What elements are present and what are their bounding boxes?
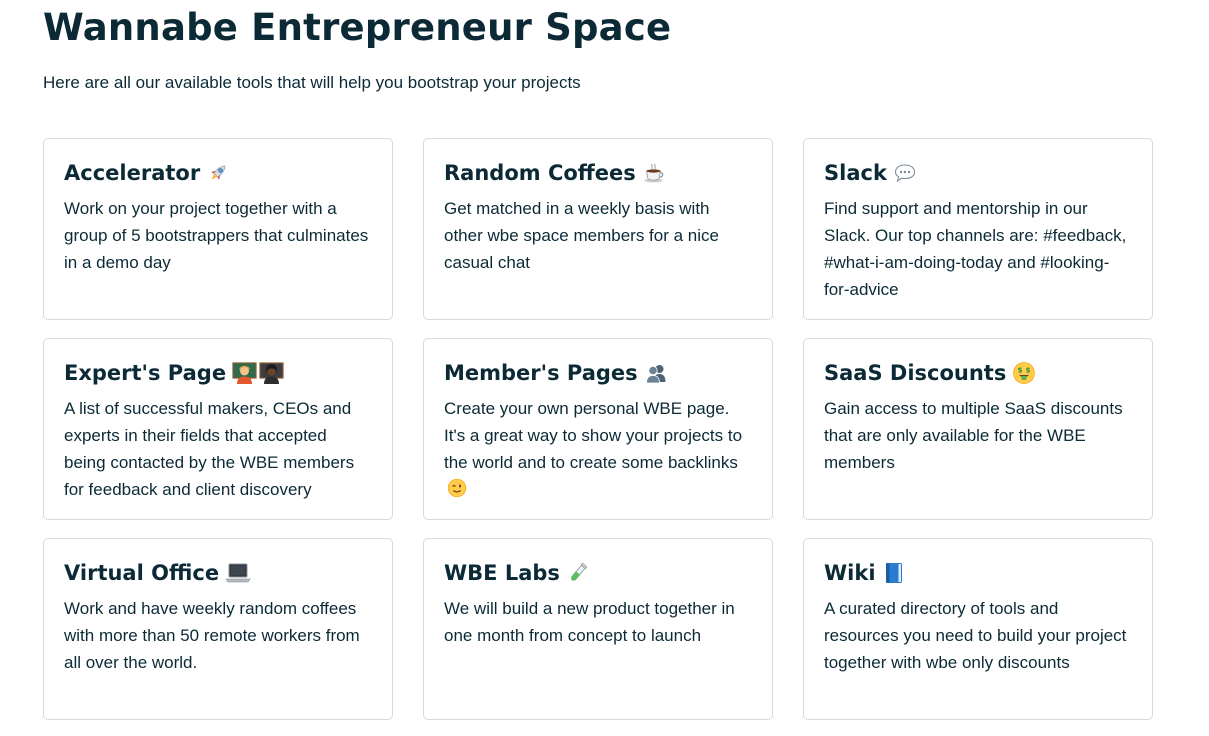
svg-text:$: $ <box>1026 367 1031 375</box>
tools-grid: Accelerator Work on your project togethe… <box>43 138 1153 720</box>
card-header: SaaS Discounts $ $ <box>824 357 1132 389</box>
card-slack[interactable]: Slack Find support and mentorship in our… <box>803 138 1153 320</box>
card-description: Find support and mentorship in our Slack… <box>824 199 1127 299</box>
svg-text:$: $ <box>1018 367 1023 375</box>
card-wbe-labs[interactable]: WBE Labs We will build a new product tog… <box>423 538 773 720</box>
card-description: Gain access to multiple SaaS discounts t… <box>824 399 1123 472</box>
card-description-text: Create your own personal WBE page. It's … <box>444 399 743 472</box>
card-title: Member's Pages <box>444 361 638 385</box>
card-header: Slack <box>824 157 1132 189</box>
card-virtual-office[interactable]: Virtual Office Work and have weekly rand… <box>43 538 393 720</box>
card-title: WBE Labs <box>444 561 560 585</box>
card-wiki[interactable]: Wiki A curated directory of tools and re… <box>803 538 1153 720</box>
card-header: Random Coffees <box>444 157 752 189</box>
card-members-pages[interactable]: Member's Pages Create your own personal … <box>423 338 773 520</box>
card-accelerator[interactable]: Accelerator Work on your project togethe… <box>43 138 393 320</box>
card-description: A curated directory of tools and resourc… <box>824 599 1127 672</box>
speech-bubble-icon <box>893 161 917 185</box>
card-header: Accelerator <box>64 157 372 189</box>
blue-book-icon <box>882 561 906 585</box>
card-header: Wiki <box>824 557 1132 589</box>
page-subtitle: Here are all our available tools that wi… <box>43 73 581 92</box>
laptop-icon <box>225 561 251 585</box>
card-header: Expert's Page <box>64 357 372 389</box>
card-title: Virtual Office <box>64 561 220 585</box>
card-description: Work and have weekly random coffees with… <box>64 599 360 672</box>
test-tube-icon <box>566 561 590 585</box>
card-description: A list of successful makers, CEOs and ex… <box>64 399 355 499</box>
rocket-icon <box>206 161 230 185</box>
card-description: Work on your project together with a gro… <box>64 199 369 272</box>
coffee-cup-icon <box>642 161 666 185</box>
card-header: Member's Pages <box>444 357 752 389</box>
card-title: Random Coffees <box>444 161 636 185</box>
card-title: Slack <box>824 161 887 185</box>
card-title: Accelerator <box>64 161 201 185</box>
teachers-icon <box>232 361 284 385</box>
card-title: Wiki <box>824 561 876 585</box>
people-silhouette-icon <box>644 361 668 385</box>
card-header: WBE Labs <box>444 557 752 589</box>
page-title: Wannabe Entrepreneur Space <box>43 6 672 49</box>
card-description: Get matched in a weekly basis with other… <box>444 199 719 272</box>
money-mouth-face-icon: $ $ <box>1012 361 1036 385</box>
card-title: SaaS Discounts <box>824 361 1007 385</box>
card-header: Virtual Office <box>64 557 372 589</box>
card-description: We will build a new product together in … <box>444 599 735 645</box>
card-description: Create your own personal WBE page. It's … <box>444 395 752 503</box>
card-saas-discounts[interactable]: SaaS Discounts $ $ Gain access to multip… <box>803 338 1153 520</box>
card-title: Expert's Page <box>64 361 227 385</box>
winking-face-icon <box>447 478 467 498</box>
card-random-coffees[interactable]: Random Coffees Get matched in a weekly b… <box>423 138 773 320</box>
card-experts-page[interactable]: Expert's Page A list of successful maker… <box>43 338 393 520</box>
